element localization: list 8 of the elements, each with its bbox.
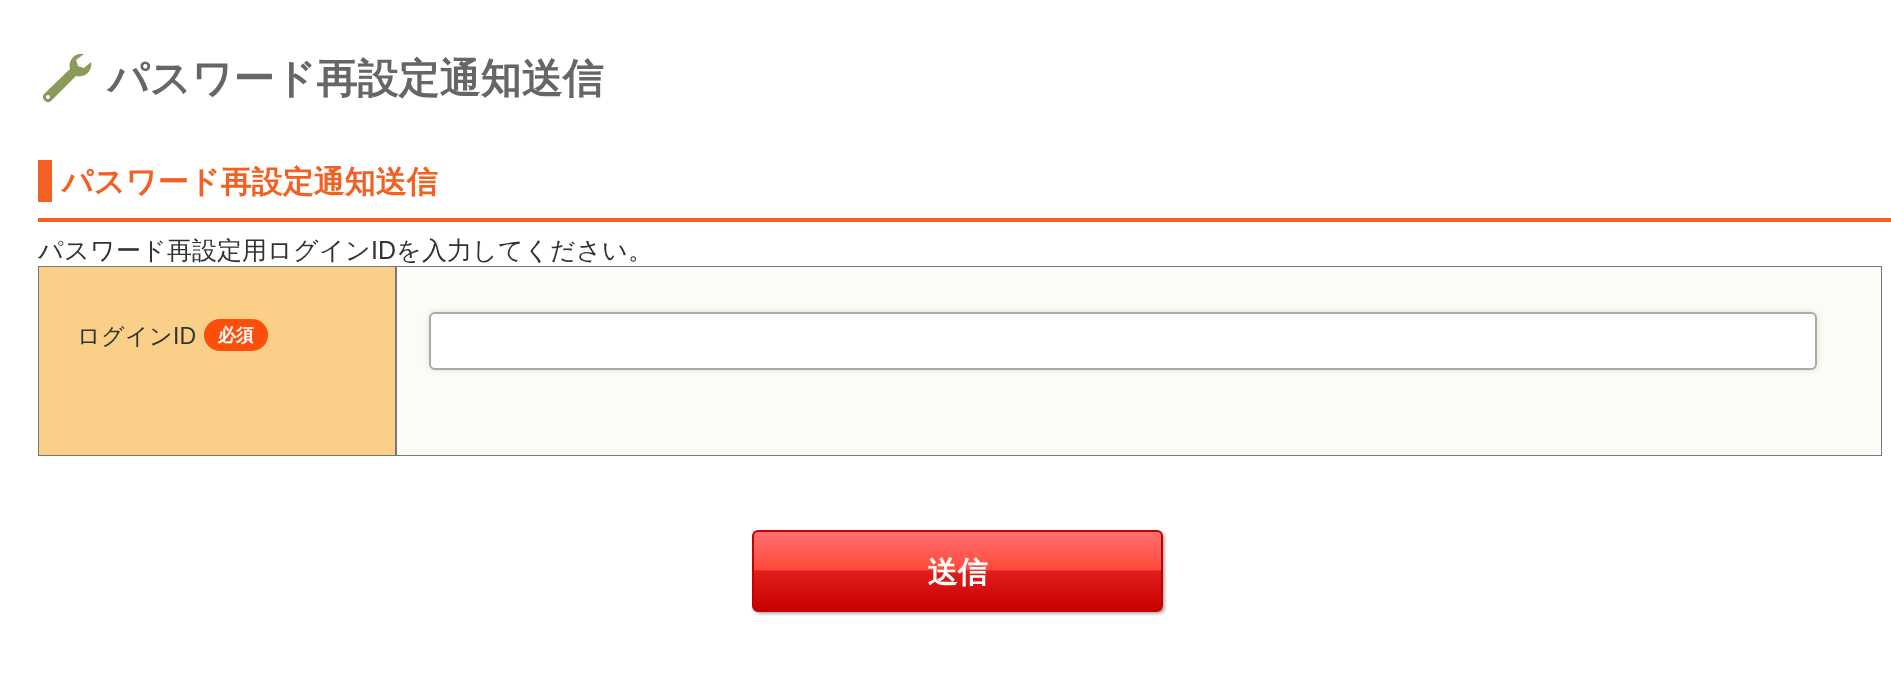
required-badge: 必須 — [204, 319, 268, 351]
instruction-text: パスワード再設定用ログインIDを入力してください。 — [38, 235, 654, 266]
heading-accent-bar — [38, 160, 52, 202]
page-title: パスワード再設定通知送信 — [108, 57, 604, 99]
submit-button[interactable]: 送信 — [752, 530, 1163, 612]
login-id-field[interactable] — [429, 312, 1817, 370]
field-label: ログインID — [77, 322, 196, 351]
section-heading: パスワード再設定通知送信 — [62, 165, 438, 197]
